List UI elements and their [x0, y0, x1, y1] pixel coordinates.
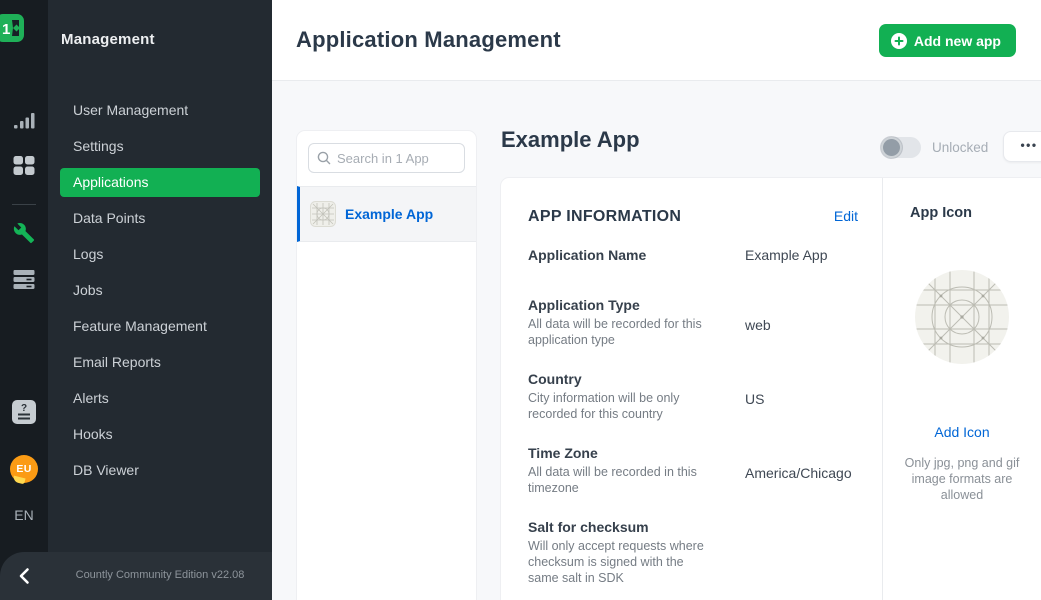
avatar-initials: EU	[16, 463, 31, 475]
app-detail-card: APP INFORMATION Edit Application Name Ex…	[501, 178, 1041, 600]
dashboards-icon[interactable]	[14, 156, 35, 175]
field-time-zone: Time Zone All data will be recorded in t…	[528, 445, 858, 496]
sidebar-item-data-points[interactable]: Data Points	[60, 204, 260, 233]
field-salt-for-checksum: Salt for checksum Will only accept reque…	[528, 519, 858, 586]
sidebar-nav: User Management Settings Applications Da…	[48, 96, 272, 492]
sidebar-item-applications[interactable]: Applications	[60, 168, 260, 197]
field-label: Application Type	[528, 297, 717, 313]
sidebar-item-settings[interactable]: Settings	[60, 132, 260, 161]
field-label: Time Zone	[528, 445, 717, 461]
app-list-item-example-app[interactable]: Example App	[297, 186, 476, 242]
sidebar-item-alerts[interactable]: Alerts	[60, 384, 260, 413]
field-label: Country	[528, 371, 717, 387]
app-detail-title: Example App	[501, 127, 640, 153]
sidebar-item-email-reports[interactable]: Email Reports	[60, 348, 260, 377]
help-icon[interactable]: ?	[12, 400, 36, 424]
app-list-item-label: Example App	[345, 206, 433, 222]
field-application-type: Application Type All data will be record…	[528, 297, 858, 348]
field-application-name: Application Name Example App	[528, 247, 858, 263]
field-value: America/Chicago	[745, 445, 858, 496]
lock-status-label: Unlocked	[932, 140, 988, 155]
app-icon-placeholder	[914, 269, 1010, 365]
section-title: APP INFORMATION	[528, 208, 681, 226]
edit-link[interactable]: Edit	[834, 208, 858, 224]
analytics-icon[interactable]	[13, 112, 35, 130]
sidebar-title: Management	[61, 31, 155, 48]
icon-rail: 1	[0, 0, 48, 600]
language-selector[interactable]: EN	[0, 507, 48, 523]
main-content: Example App Example App Unlocked ••• APP…	[272, 81, 1041, 600]
field-description: City information will be only recorded f…	[528, 390, 717, 422]
field-description: All data will be recorded for this appli…	[528, 316, 717, 348]
search-icon	[316, 150, 332, 166]
field-country: Country City information will be only re…	[528, 371, 858, 422]
sidebar-footer: Countly Community Edition v22.08	[0, 552, 272, 600]
sidebar-item-jobs[interactable]: Jobs	[60, 276, 260, 305]
app-list-panel: Example App	[297, 131, 476, 600]
management-sidebar: Management User Management Settings Appl…	[48, 0, 272, 600]
app-icon-panel: App Icon	[883, 178, 1041, 600]
sidebar-item-user-management[interactable]: User Management	[60, 96, 260, 125]
version-label: Countly Community Edition v22.08	[48, 569, 272, 581]
field-value	[745, 519, 858, 586]
ellipsis-icon: •••	[1020, 139, 1037, 155]
sidebar-item-feature-management[interactable]: Feature Management	[60, 312, 260, 341]
avatar-wedge	[12, 476, 25, 485]
add-new-app-button[interactable]: Add new app	[879, 24, 1016, 57]
svg-text:1: 1	[2, 21, 10, 38]
app-thumbnail-icon	[310, 201, 336, 227]
collapse-sidebar-icon[interactable]	[14, 565, 36, 587]
management-wrench-icon[interactable]	[13, 222, 35, 244]
field-label: Salt for checksum	[528, 519, 717, 535]
data-manager-icon[interactable]	[14, 270, 35, 289]
add-new-app-label: Add new app	[914, 33, 1001, 49]
add-icon-link[interactable]: Add Icon	[893, 424, 1031, 440]
app-icon-title: App Icon	[893, 205, 1031, 221]
more-options-button[interactable]: •••	[1003, 131, 1041, 162]
lock-toggle[interactable]	[881, 137, 921, 158]
plus-icon	[891, 33, 907, 49]
field-description: Will only accept requests where checksum…	[528, 538, 717, 586]
icon-format-note: Only jpg, png and gif image formats are …	[896, 455, 1028, 503]
page-title: Application Management	[296, 27, 561, 53]
toggle-knob	[881, 137, 902, 158]
svg-text:?: ?	[21, 403, 27, 414]
field-description: All data will be recorded in this timezo…	[528, 464, 717, 496]
sidebar-item-hooks[interactable]: Hooks	[60, 420, 260, 449]
field-value: US	[745, 371, 858, 422]
field-label: Application Name	[528, 247, 717, 263]
field-value: Example App	[745, 247, 858, 263]
sidebar-item-db-viewer[interactable]: DB Viewer	[60, 456, 260, 485]
countly-logo-icon[interactable]: 1	[0, 14, 24, 42]
page-header: Application Management Add new app	[272, 0, 1041, 81]
user-avatar[interactable]: EU	[10, 455, 38, 483]
sidebar-item-logs[interactable]: Logs	[60, 240, 260, 269]
application-management-page: 1	[0, 0, 1041, 600]
app-information-section: APP INFORMATION Edit Application Name Ex…	[501, 178, 883, 600]
rail-divider	[12, 204, 36, 205]
field-value: web	[745, 297, 858, 348]
